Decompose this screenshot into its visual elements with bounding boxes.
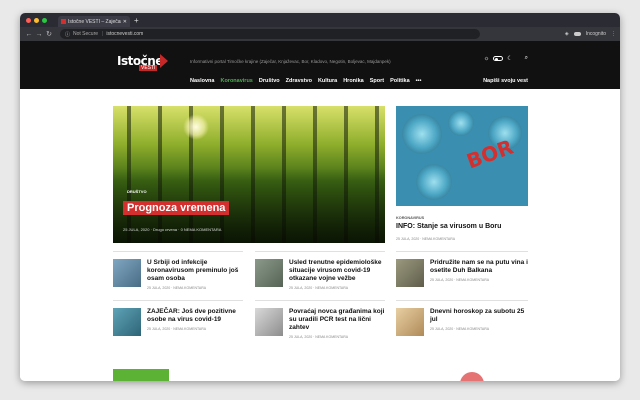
article-title[interactable]: U Srbiji od infekcije koronavirusom prem…	[147, 259, 247, 283]
tab-strip: Istočne VESTI – Zaječar, Knjaževac ✕ +	[20, 13, 620, 27]
article-meta: 25 JULA, 2020 · NEMA KOMENTARA	[430, 327, 490, 331]
virus-shape	[448, 110, 474, 136]
security-label: Not Secure	[73, 31, 99, 37]
hero-article[interactable]: DRUŠTVO Prognoza vremena 25 JULA, 2020 ·…	[113, 106, 385, 243]
virus-shape	[416, 164, 452, 200]
incognito-icon	[573, 32, 581, 36]
divider	[396, 300, 528, 301]
article-card[interactable]: Pridružite nam se na putu vina i osetite…	[396, 259, 530, 287]
site-header: Istočne VESTI Informativni portal Timočk…	[20, 41, 620, 89]
site-logo[interactable]: Istočne VESTI	[117, 52, 168, 72]
article-title[interactable]: Dnevni horoskop za subotu 25 jul	[430, 308, 530, 324]
forward-icon[interactable]: →	[34, 31, 44, 38]
search-icon[interactable]: ⌕	[525, 55, 528, 62]
side-top-category[interactable]: KORONAVIRUS	[396, 216, 528, 220]
virus-image: BOR	[396, 106, 528, 206]
address-bar[interactable]: ⓘ Not Secure | istocnevesti.com	[60, 29, 480, 39]
tab-title: Istočne VESTI – Zaječar, Knjaževac	[68, 18, 121, 25]
browser-toolbar: ← → ↻ ⓘ Not Secure | istocnevesti.com ◈ …	[20, 27, 620, 41]
nav-item-zdravstvo[interactable]: Zdravstvo	[286, 78, 312, 84]
incognito-label[interactable]: Incognito	[586, 31, 606, 37]
nav-item-kultura[interactable]: Kultura	[318, 78, 337, 84]
logo-arrow-icon	[160, 54, 168, 68]
header-tools: ☼ ☾ ⌕	[484, 55, 528, 62]
close-tab-icon[interactable]: ✕	[123, 19, 127, 25]
article-thumb	[113, 259, 141, 287]
favicon-icon	[61, 19, 66, 24]
close-window-dot[interactable]	[26, 17, 31, 23]
moon-icon: ☾	[507, 56, 513, 62]
article-card[interactable]: Dnevni horoskop za subotu 25 jul 25 JULA…	[396, 308, 530, 336]
logo-line2: VESTI	[139, 65, 158, 71]
divider	[255, 300, 385, 301]
address-url: istocnevesti.com	[106, 31, 144, 37]
hero-title[interactable]: Prognoza vremena	[123, 201, 230, 215]
hero-meta: 25 JULA, 2020 · Drugo crvena · 0 NEMA KO…	[123, 227, 222, 232]
divider	[396, 251, 528, 252]
article-thumb	[113, 308, 141, 336]
divider	[255, 251, 385, 252]
nav-item-politika[interactable]: Politika	[390, 78, 410, 84]
submit-news-link[interactable]: Napiši svoju vest	[483, 78, 528, 84]
divider	[113, 300, 243, 301]
bor-overlay-text: BOR	[463, 134, 517, 174]
hero-image-shade	[113, 106, 385, 243]
article-card[interactable]: U Srbiji od infekcije koronavirusom prem…	[113, 259, 247, 290]
article-meta: 25 JULA, 2020 · NEMA KOMENTARA	[147, 286, 207, 290]
article-title[interactable]: Usled trenutne epidemiološke situacije v…	[289, 259, 389, 283]
side-top-meta: 25 JULA, 2020 · NEMA KOMENTARA	[396, 237, 456, 241]
nav-item-hronika[interactable]: Hronika	[343, 78, 363, 84]
virus-shape	[402, 114, 442, 154]
article-card[interactable]: ZAJEČAR: Još dve pozitivne osobe na viru…	[113, 308, 247, 336]
shield-icon[interactable]: ◈	[565, 31, 569, 37]
nav-item-koronavirus[interactable]: Koronavirus	[220, 78, 252, 84]
reload-icon[interactable]: ↻	[44, 30, 54, 38]
article-title[interactable]: Pridružite nam se na putu vina i osetite…	[430, 259, 530, 275]
info-icon[interactable]: ⓘ	[65, 31, 70, 38]
site-tagline: Informativni portal Timočke krajine (Zaj…	[190, 59, 391, 64]
main-content: DRUŠTVO Prognoza vremena 25 JULA, 2020 ·…	[20, 89, 620, 381]
address-separator: |	[102, 31, 104, 37]
menu-icon[interactable]: ⋮	[611, 31, 616, 37]
back-icon[interactable]: ←	[24, 31, 34, 38]
article-card[interactable]: Povraćaj novca građanima koji su uradili…	[255, 308, 389, 339]
article-meta: 25 JULA, 2020 · NEMA KOMENTARA	[430, 278, 490, 282]
nav-item-naslovna[interactable]: Naslovna	[190, 78, 214, 84]
minimize-window-dot[interactable]	[34, 17, 39, 23]
divider	[113, 251, 243, 252]
article-thumb	[396, 308, 424, 336]
article-card[interactable]: Usled trenutne epidemiološke situacije v…	[255, 259, 389, 290]
new-tab-icon[interactable]: +	[134, 16, 139, 25]
article-thumb	[255, 259, 283, 287]
article-thumb	[396, 259, 424, 287]
article-meta: 25 JULA, 2020 · NEMA KOMENTARA	[289, 286, 349, 290]
side-top-title[interactable]: INFO: Stanje sa virusom u Boru	[396, 223, 528, 230]
article-meta: 25 JULA, 2020 · NEMA KOMENTARA	[147, 327, 207, 331]
browser-tab[interactable]: Istočne VESTI – Zaječar, Knjaževac ✕	[58, 16, 130, 27]
article-meta: 25 JULA, 2020 · NEMA KOMENTARA	[289, 335, 349, 339]
article-thumb	[255, 308, 283, 336]
nav-item-sport[interactable]: Sport	[370, 78, 384, 84]
main-nav: Naslovna Koronavirus Društvo Zdravstvo K…	[190, 78, 421, 84]
maximize-window-dot[interactable]	[42, 17, 47, 23]
hero-category[interactable]: DRUŠTVO	[127, 189, 147, 194]
dark-mode-toggle[interactable]	[493, 56, 504, 61]
red-badge-shape	[460, 372, 484, 381]
browser-window: Istočne VESTI – Zaječar, Knjaževac ✕ + ←…	[20, 13, 620, 381]
article-title[interactable]: ZAJEČAR: Još dve pozitivne osobe na viru…	[147, 308, 247, 324]
sun-icon: ☼	[483, 55, 490, 62]
side-top-article[interactable]: BOR KORONAVIRUS INFO: Stanje sa virusom …	[396, 106, 528, 241]
toolbar-right: ◈ Incognito ⋮	[565, 31, 616, 37]
article-title[interactable]: Povraćaj novca građanima koji su uradili…	[289, 308, 389, 332]
green-section-banner[interactable]	[113, 369, 169, 381]
nav-more-icon[interactable]: •••	[416, 78, 422, 84]
nav-item-drustvo[interactable]: Društvo	[259, 78, 280, 84]
